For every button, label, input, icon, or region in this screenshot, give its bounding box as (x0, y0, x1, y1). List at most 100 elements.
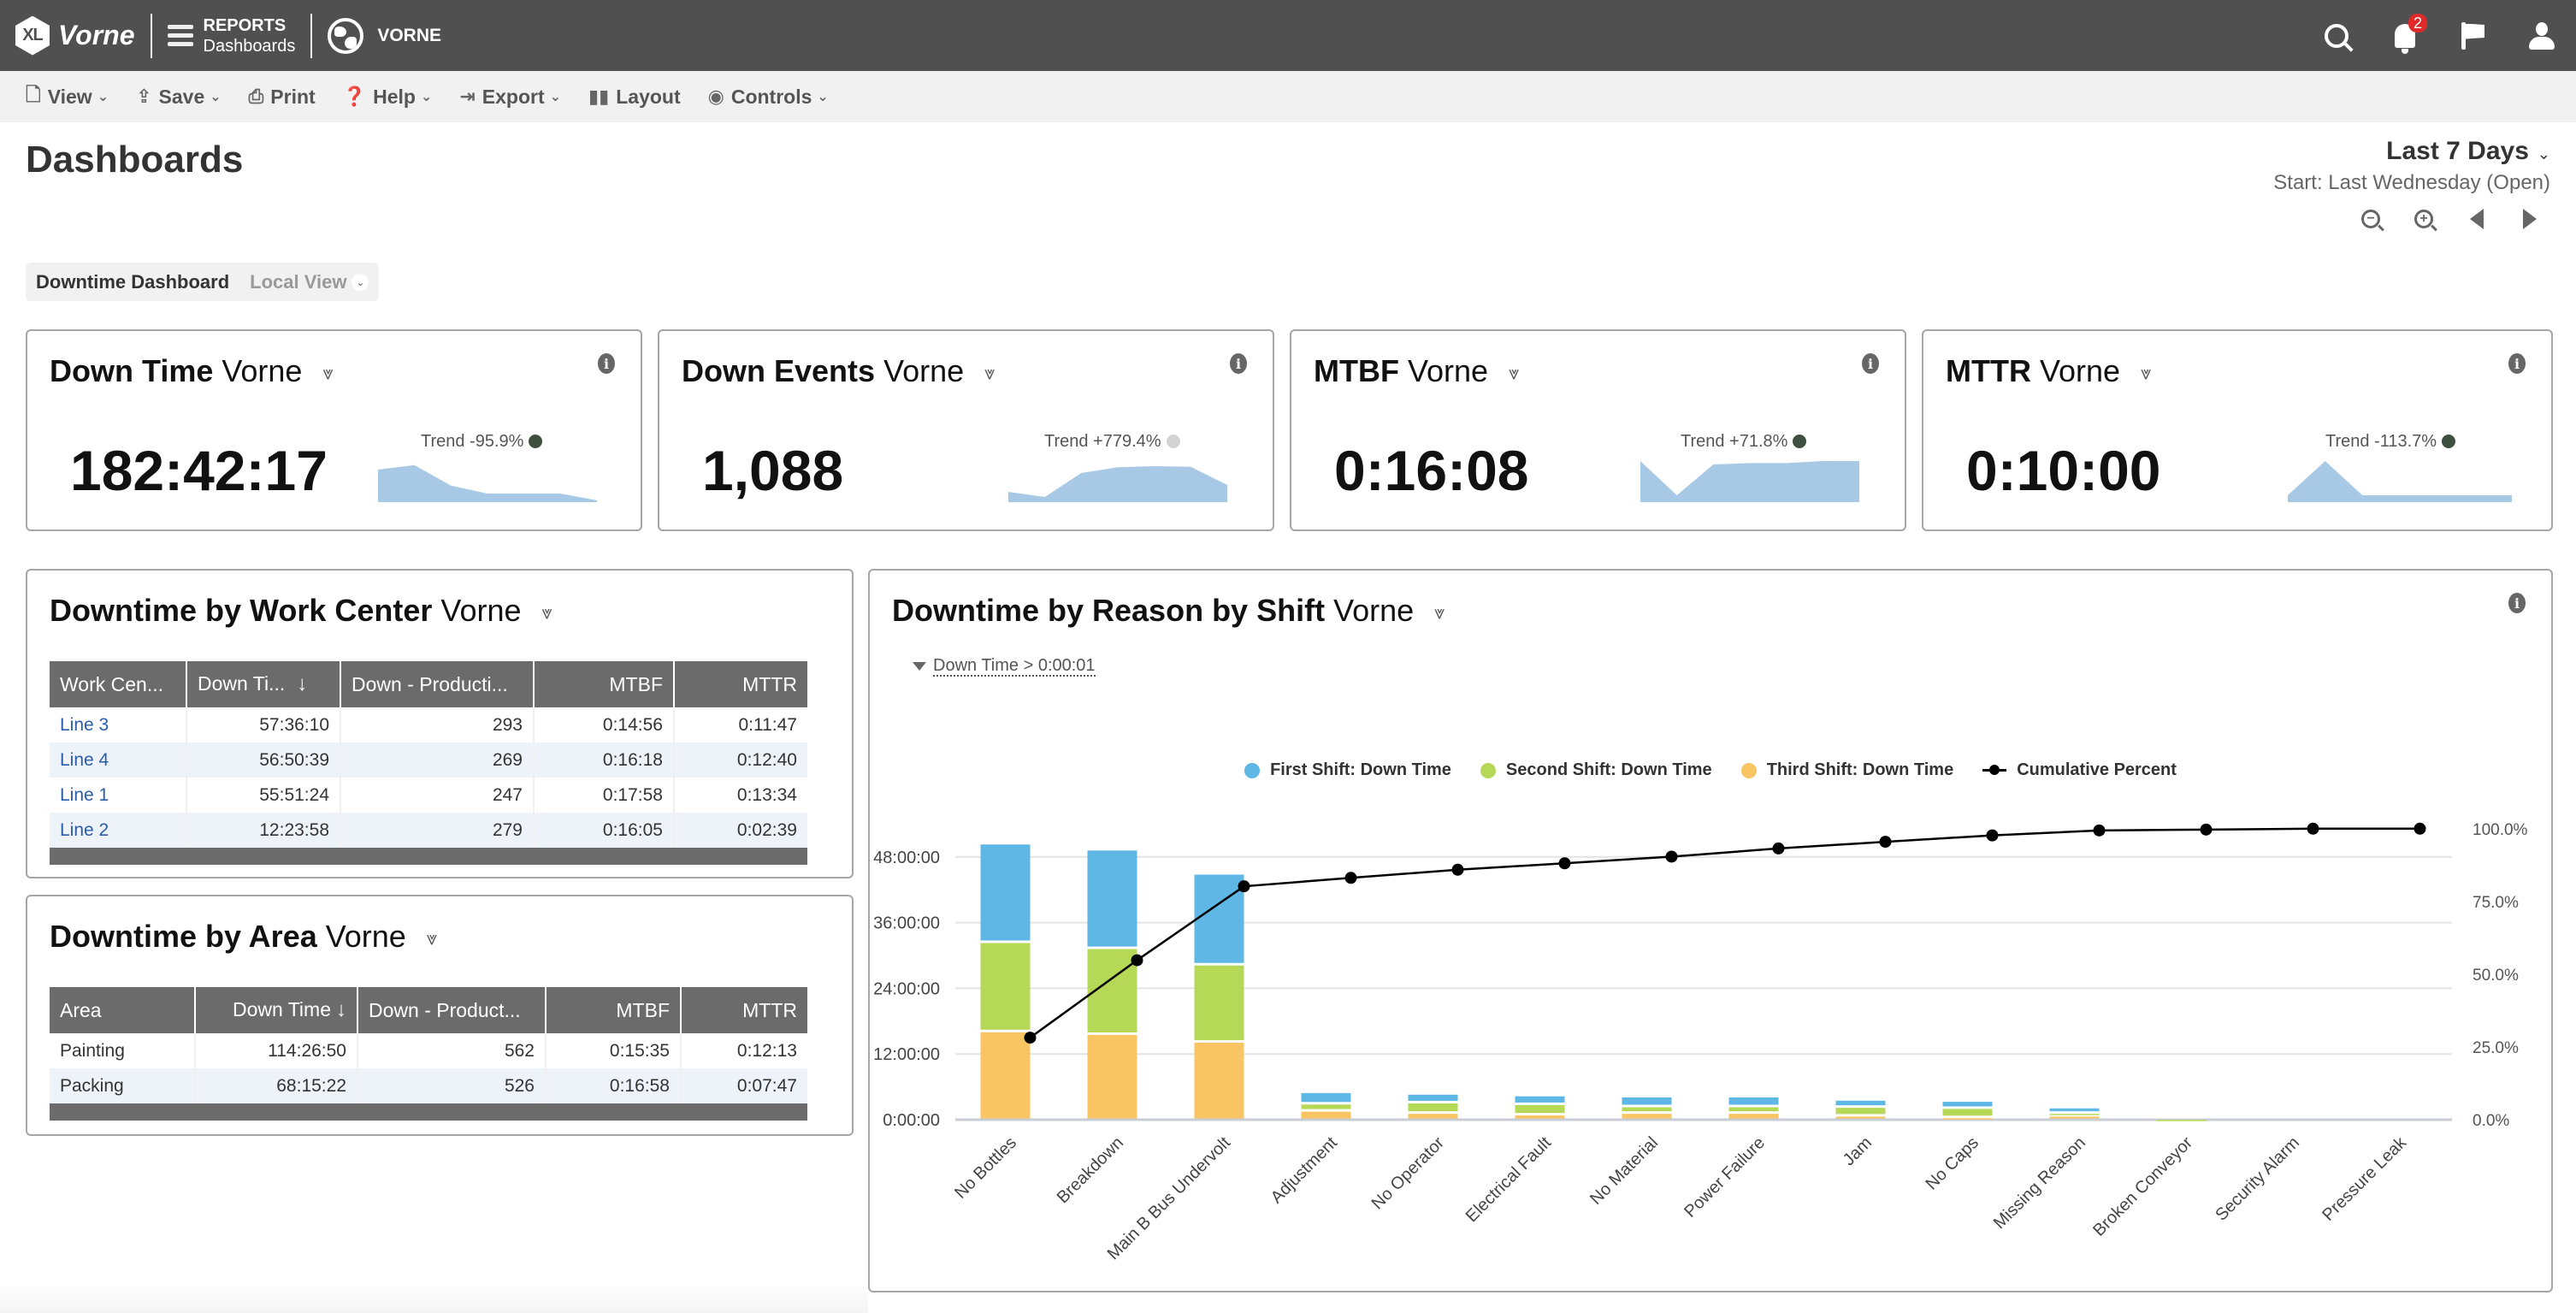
column-header[interactable]: MTBF (546, 987, 682, 1033)
bar-segment (1622, 1114, 1672, 1119)
previous-period-button[interactable] (2465, 207, 2489, 231)
double-chevron-down-icon[interactable]: ⩔ (1434, 601, 1445, 623)
info-icon[interactable]: i (1230, 353, 1247, 374)
notification-badge: 2 (2408, 14, 2428, 33)
table-cell: 55:51:24 (186, 778, 341, 813)
flag-button[interactable] (2439, 0, 2508, 71)
user-icon (2529, 21, 2555, 50)
layout-button[interactable]: ▮▮ Layout (588, 86, 681, 109)
print-button[interactable]: ⎙ Print (249, 86, 316, 109)
column-header[interactable]: MTTR (681, 987, 807, 1033)
legend-item-second-shift[interactable]: Second Shift: Down Time (1480, 760, 1712, 780)
zoom-out-button[interactable]: − (2359, 207, 2383, 231)
active-filter[interactable]: Down Time > 0:00:01 (913, 656, 1096, 677)
kpi-value: 0:16:08 (1334, 439, 1529, 502)
section-label: REPORTS (203, 15, 287, 35)
org-selector[interactable]: VORNE (328, 17, 442, 54)
info-icon[interactable]: i (1862, 353, 1879, 374)
notifications-button[interactable]: 2 (2371, 0, 2439, 71)
kpi-card-down-events: Down Events Vorne ⩔ i 1,088 Trend +779.4% (658, 329, 1274, 531)
help-menu-button[interactable]: ❓ Help ⌄ (343, 86, 433, 109)
info-icon[interactable]: i (2508, 593, 2526, 613)
dashboard-tab[interactable]: Downtime Dashboard Local View ⌄ (26, 263, 380, 301)
legend-swatch (1480, 762, 1496, 778)
bar-segment (1515, 1104, 1565, 1114)
chevron-down-icon[interactable]: ⌄ (352, 273, 369, 291)
legend-item-first-shift[interactable]: First Shift: Down Time (1244, 760, 1451, 780)
info-icon[interactable]: i (2508, 353, 2526, 374)
double-chevron-down-icon[interactable]: ⩔ (322, 362, 333, 383)
search-button[interactable] (2302, 0, 2371, 71)
bar-segment (1301, 1104, 1351, 1109)
table-row[interactable]: Line 4 56:50:39 269 0:16:18 0:12:40 (50, 742, 807, 778)
bar-segment (1835, 1100, 1886, 1106)
x-tick-label: Electrical Fault (1462, 1133, 1556, 1227)
export-menu-button[interactable]: ⇥ Export ⌄ (459, 86, 561, 109)
filter-label: Down Time > 0:00:01 (933, 656, 1096, 677)
column-header[interactable]: Down - Producti... (340, 661, 535, 707)
kpi-source: Vorne (222, 353, 303, 388)
table-cell[interactable]: Line 1 (50, 778, 187, 813)
save-menu-button[interactable]: ⇪ Save ⌄ (136, 86, 222, 109)
column-header[interactable]: Area (50, 987, 196, 1033)
legend-item-cumulative[interactable]: Cumulative Percent (1982, 760, 2177, 780)
kpi-source: Vorne (883, 353, 965, 388)
header-label: Area (60, 998, 102, 1021)
logo-mark-icon: XL (15, 15, 50, 56)
header-label: Work Cen... (60, 672, 163, 695)
column-header[interactable]: Work Cen... (50, 661, 187, 707)
zoom-in-button[interactable]: + (2412, 207, 2436, 231)
kpi-title: MTBF (1314, 353, 1399, 388)
time-range-selector[interactable]: Last 7 Days ⌄ (2273, 137, 2550, 166)
table-row[interactable]: Line 2 12:23:58 279 0:16:05 0:02:39 (50, 813, 807, 848)
column-header[interactable]: MTTR (674, 661, 807, 707)
column-header-sorted[interactable]: Down Time ↓ (195, 987, 358, 1033)
cumulative-point (1772, 842, 1785, 855)
table-cell[interactable]: Line 2 (50, 813, 187, 848)
column-header[interactable]: Down - Product... (357, 987, 547, 1033)
table-cell: 247 (340, 778, 535, 813)
table-footer-bar (50, 1103, 807, 1121)
app-logo[interactable]: XL Vorne (15, 0, 135, 71)
sparkline (378, 464, 597, 502)
trend-label: Trend -95.9% (421, 432, 524, 451)
info-icon[interactable]: i (598, 353, 615, 374)
table-row[interactable]: Packing 68:15:22 526 0:16:58 0:07:47 (50, 1068, 807, 1103)
table-cell: 68:15:22 (195, 1068, 358, 1103)
double-chevron-down-icon[interactable]: ⩔ (1509, 362, 1519, 383)
table-cell: 0:17:58 (534, 778, 675, 813)
table-cell: Packing (50, 1068, 196, 1103)
table-row[interactable]: Line 1 55:51:24 247 0:17:58 0:13:34 (50, 778, 807, 813)
card-title: Downtime by Work Center (50, 593, 433, 628)
table-cell[interactable]: Line 3 (50, 707, 187, 742)
legend-swatch (1740, 762, 1757, 778)
view-menu-button[interactable]: 🗋 View ⌄ (26, 80, 109, 113)
trend-label: Trend -113.7% (2325, 432, 2437, 451)
table-cell: 0:11:47 (738, 714, 797, 735)
double-chevron-down-icon[interactable]: ⩔ (427, 927, 437, 949)
trend-label: Trend +71.8% (1681, 432, 1788, 451)
table-row[interactable]: Line 3 57:36:10 293 0:14:56 0:11:47 (50, 707, 807, 742)
double-chevron-down-icon[interactable]: ⩔ (984, 362, 995, 383)
bar-segment (2049, 1116, 2100, 1119)
double-chevron-down-icon[interactable]: ⩔ (542, 601, 552, 623)
bar-segment (2049, 1114, 2100, 1115)
controls-menu-button[interactable]: ◉ Controls ⌄ (708, 86, 829, 109)
triangle-right-icon (2523, 209, 2537, 229)
table-row[interactable]: Painting 114:26:50 562 0:15:35 0:12:13 (50, 1033, 807, 1068)
reports-menu[interactable]: REPORTS Dashboards (167, 15, 295, 56)
column-header[interactable]: MTBF (534, 661, 675, 707)
user-button[interactable] (2508, 0, 2576, 71)
kpi-trend: Trend +779.4% (1044, 432, 1180, 452)
table-cell: 56:50:39 (186, 742, 341, 778)
table-cell: 0:02:39 (674, 813, 807, 848)
legend-item-third-shift[interactable]: Third Shift: Down Time (1740, 760, 1953, 780)
org-label: VORNE (377, 25, 442, 45)
reason-chart-card: Downtime by Reason by Shift Vorne ⩔ i Dow… (868, 569, 2553, 1292)
column-header-sorted[interactable]: Down Ti... ↓ (186, 661, 341, 707)
export-label: Export (482, 85, 545, 108)
upload-icon: ⇪ (136, 86, 152, 107)
table-cell[interactable]: Line 4 (50, 742, 187, 778)
double-chevron-down-icon[interactable]: ⩔ (2141, 362, 2151, 383)
next-period-button[interactable] (2518, 207, 2542, 231)
